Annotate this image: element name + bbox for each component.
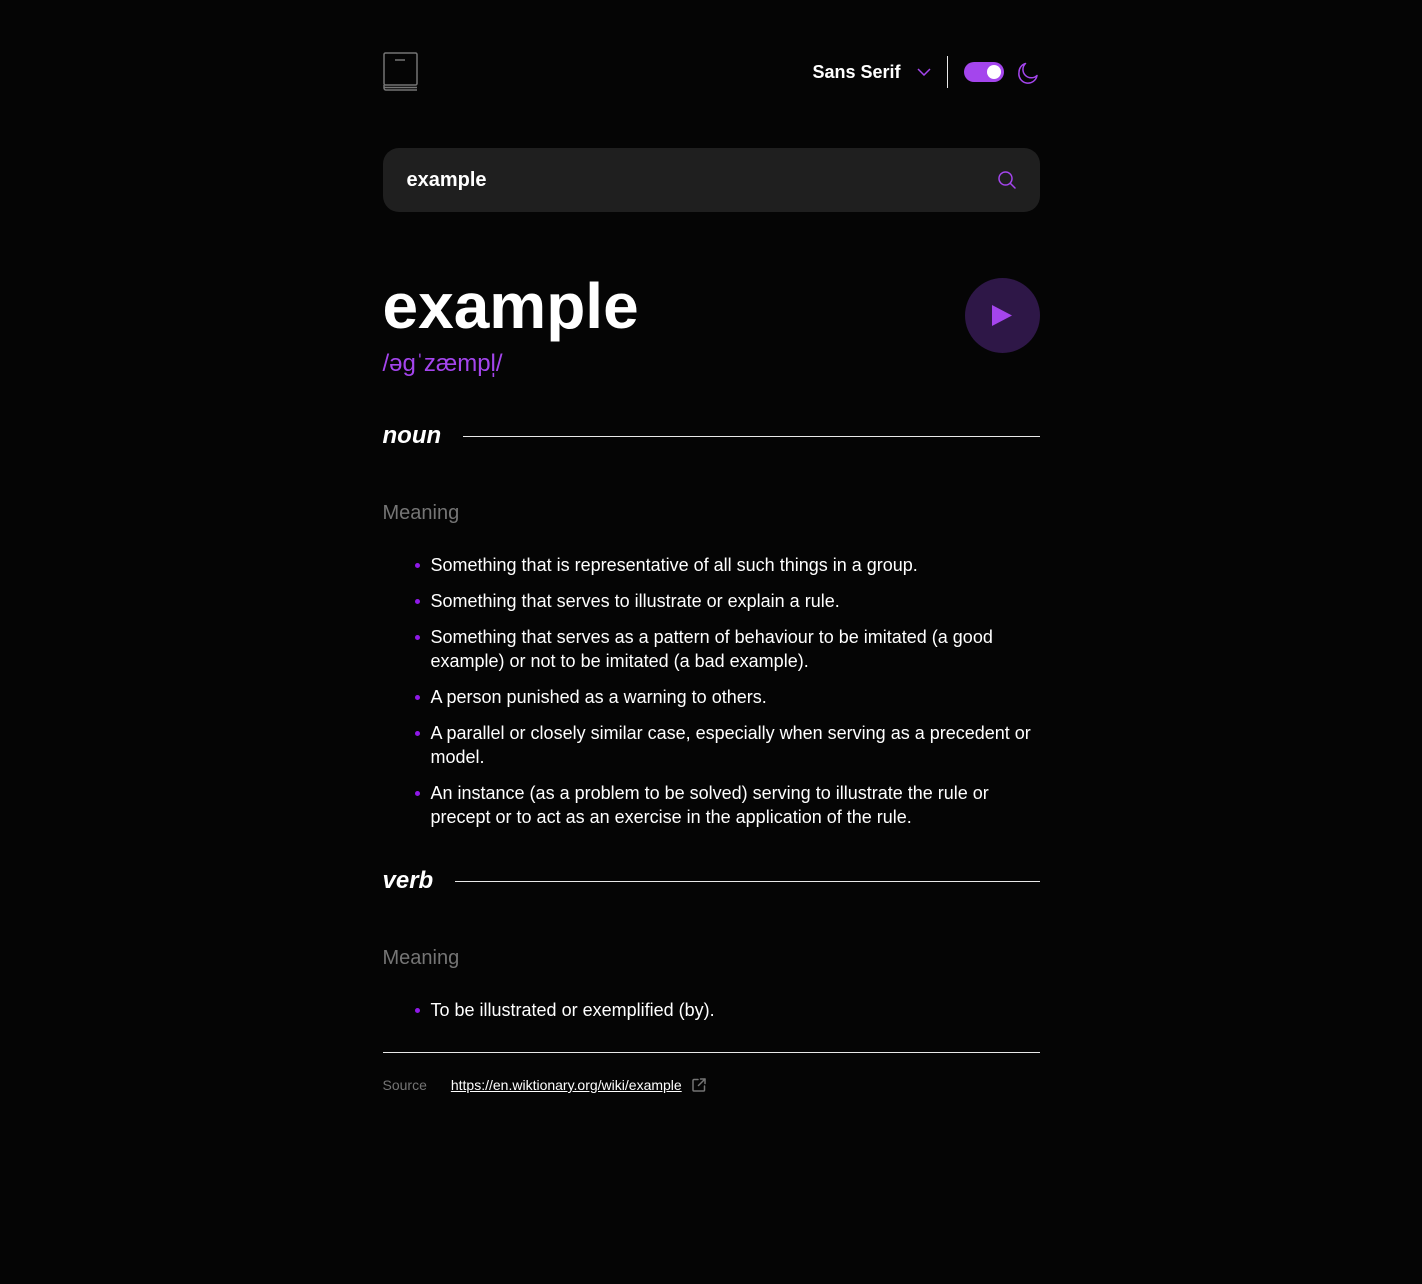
bullet [414,1008,420,1013]
definition-text: A person punished as a warning to others… [430,687,767,707]
header: Sans Serif [382,52,1040,92]
pos-header-verb: verb [383,867,1040,895]
definition-text: An instance (as a problem to be solved) … [430,783,989,827]
font-selector-label: Sans Serif [812,61,901,82]
part-of-speech: verb [382,867,434,894]
bullet [414,599,420,604]
part-of-speech: noun [382,422,442,449]
bullet [414,563,420,568]
meaning-label: Meaning [382,947,460,969]
chevron-down-icon [916,68,931,76]
header-divider [946,56,948,88]
word-header: example /əɡˈzæmpl̩/ [383,270,1040,380]
list-item: To be illustrated or exemplified (by). [414,998,1040,1022]
pos-divider [463,435,1040,437]
bullet [414,731,420,736]
meaning-label: Meaning [382,502,460,524]
pos-header-noun: noun [383,422,1040,450]
toggle-knob [986,65,1001,79]
search-input[interactable] [406,168,967,192]
book-icon[interactable] [382,52,419,92]
word-block: example /əɡˈzæmpl̩/ [383,270,639,380]
pos-divider [455,880,1040,882]
play-button[interactable] [964,278,1040,353]
definition-list: Something that is representative of all … [383,553,1040,829]
phonetic: /əɡˈzæmpl̩/ [382,350,503,377]
list-item: Something that is representative of all … [414,553,1040,577]
source-row: Source https://en.wiktionary.org/wiki/ex… [383,1077,1040,1093]
definition-text: A parallel or closely similar case, espe… [430,723,1031,767]
search-bar [382,148,1040,212]
definition-text: To be illustrated or exemplified (by). [430,1000,715,1020]
dictionary-page: Sans Serif example example /əɡˈzæmpl̩/ n… [382,0,1040,1093]
definition-text: Something that is representative of all … [430,555,918,575]
footer-divider [382,1052,1040,1053]
external-link-icon[interactable] [691,1078,706,1092]
bullet [414,695,420,700]
list-item: An instance (as a problem to be solved) … [414,781,1040,829]
definition-text: Something that serves as a pattern of be… [430,627,993,671]
bullet [414,791,420,796]
word-title: example [382,270,639,342]
source-label: Source [382,1077,427,1093]
list-item: A person punished as a warning to others… [414,685,1040,709]
theme-toggle[interactable] [963,62,1004,82]
list-item: Something that serves to illustrate or e… [414,589,1040,613]
search-icon[interactable] [997,171,1016,189]
definition-text: Something that serves to illustrate or e… [430,591,840,611]
definition-list: To be illustrated or exemplified (by). [383,998,1040,1022]
font-selector[interactable]: Sans Serif [812,61,931,83]
play-icon [991,305,1013,326]
header-controls: Sans Serif [812,52,1039,92]
source-link[interactable]: https://en.wiktionary.org/wiki/example [451,1077,682,1093]
bullet [414,635,420,640]
list-item: A parallel or closely similar case, espe… [414,721,1040,769]
moon-icon [1016,60,1040,84]
list-item: Something that serves as a pattern of be… [414,625,1040,673]
